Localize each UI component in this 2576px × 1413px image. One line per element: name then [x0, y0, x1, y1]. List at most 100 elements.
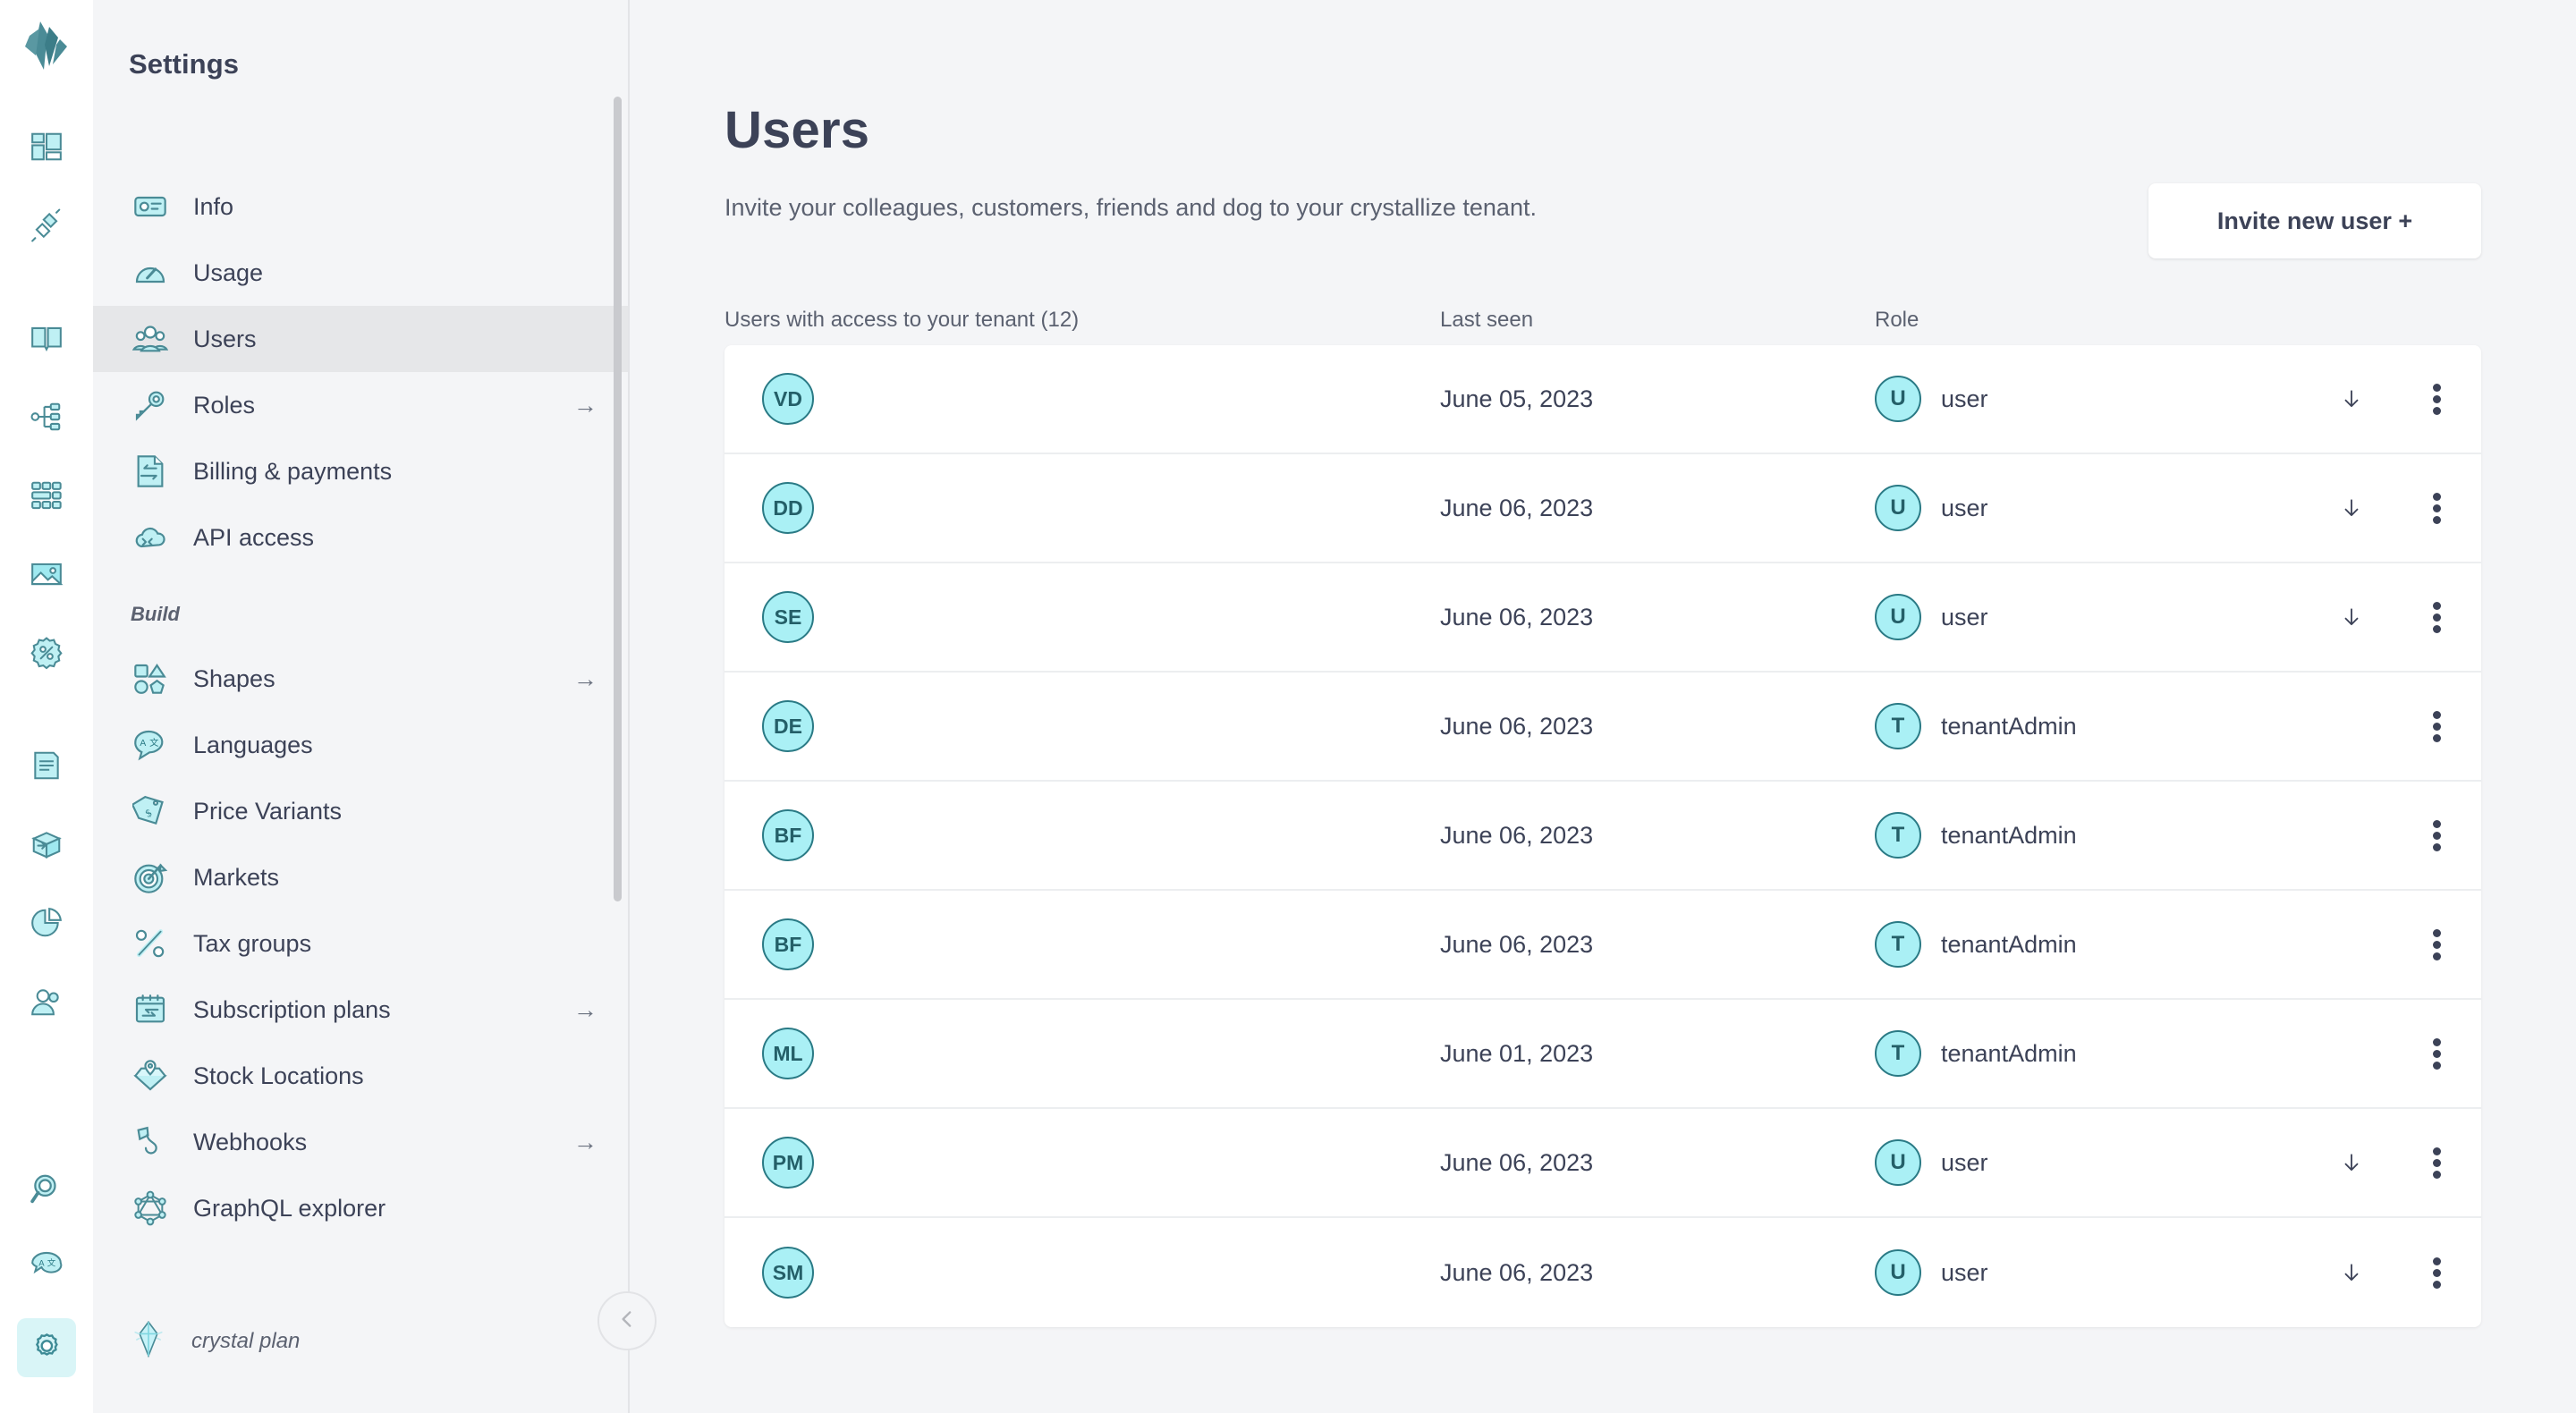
cloud-api-icon [131, 518, 170, 557]
rail-item-media[interactable] [17, 546, 76, 605]
collapse-sidebar-button[interactable] [597, 1291, 657, 1350]
rail-item-topics[interactable] [17, 389, 76, 448]
sidebar-item-shapes[interactable]: Shapes → [93, 646, 630, 712]
user-cell: PM [724, 1137, 1440, 1189]
clipboard-orders-icon [30, 749, 64, 787]
role-cell: TtenantAdmin [1875, 703, 2481, 749]
rail-item-dashboard[interactable] [17, 119, 76, 178]
kebab-menu-icon[interactable] [2392, 707, 2481, 746]
invite-new-user-button[interactable]: Invite new user + [2148, 183, 2481, 258]
role-label: user [1941, 1258, 1988, 1286]
kebab-menu-icon[interactable] [2392, 489, 2481, 528]
download-arrow-icon[interactable] [2311, 385, 2392, 412]
role-label: user [1941, 494, 1988, 521]
sidebar-item-label: Users [193, 325, 257, 352]
sidebar-item-usage[interactable]: Usage [93, 240, 630, 306]
table-row[interactable]: BF June 06, 2023 TtenantAdmin [724, 891, 2481, 1000]
table-row[interactable]: VD June 05, 2023 Uuser [724, 345, 2481, 454]
price-tag-icon: $ [131, 791, 170, 831]
row-actions [2311, 707, 2481, 746]
rail-item-customers[interactable] [17, 974, 76, 1033]
column-header-users: Users with access to your tenant (12) [724, 308, 1080, 332]
image-media-icon [30, 557, 64, 596]
row-actions [2311, 1144, 2481, 1182]
rail-item-orders[interactable] [17, 738, 76, 797]
role-label: user [1941, 603, 1988, 630]
sidebar-item-billing-payments[interactable]: Billing & payments [93, 438, 630, 504]
kebab-menu-icon[interactable] [2392, 598, 2481, 637]
user-cell: DD [724, 482, 1440, 534]
role-label: tenantAdmin [1941, 712, 2077, 740]
kebab-menu-icon[interactable] [2392, 1035, 2481, 1073]
sidebar-item-info[interactable]: Info [93, 173, 630, 240]
arrow-right-icon: → [573, 664, 597, 692]
role-cell: TtenantAdmin [1875, 1030, 2481, 1077]
role-label: user [1941, 1148, 1988, 1176]
settings-scrollbar[interactable] [614, 97, 622, 901]
role-badge: U [1875, 1249, 1921, 1296]
table-row[interactable]: SM June 06, 2023 Uuser [724, 1218, 2481, 1327]
crystallize-logo-icon[interactable] [22, 20, 71, 80]
rail-item-settings[interactable] [17, 1318, 76, 1377]
sidebar-item-label: Markets [193, 863, 280, 891]
kebab-menu-icon[interactable] [2392, 380, 2481, 419]
sidebar-item-label: API access [193, 523, 315, 551]
rail-item-connections[interactable] [17, 198, 76, 257]
kebab-menu-icon[interactable] [2392, 926, 2481, 964]
kebab-menu-icon[interactable] [2392, 1144, 2481, 1182]
table-row[interactable]: DE June 06, 2023 TtenantAdmin [724, 673, 2481, 782]
sidebar-item-label: Tax groups [193, 929, 312, 957]
avatar: PM [762, 1137, 814, 1189]
download-arrow-icon[interactable] [2311, 1259, 2392, 1286]
download-arrow-icon[interactable] [2311, 495, 2392, 521]
user-cell: BF [724, 809, 1440, 861]
role-label: tenantAdmin [1941, 821, 2077, 849]
rail-item-grids[interactable] [17, 468, 76, 527]
rail-item-catalogue[interactable] [17, 310, 76, 369]
table-row[interactable]: ML June 01, 2023 TtenantAdmin [724, 1000, 2481, 1109]
rail-item-analytics[interactable] [17, 895, 76, 954]
kebab-menu-icon[interactable] [2392, 1254, 2481, 1292]
crystal-gem-icon [131, 1319, 166, 1365]
table-row[interactable]: BF June 06, 2023 TtenantAdmin [724, 782, 2481, 891]
user-cell: DE [724, 700, 1440, 752]
table-row[interactable]: SE June 06, 2023 Uuser [724, 563, 2481, 673]
settings-panel-title: Settings [129, 48, 240, 80]
rail-item-translations[interactable]: A 文 [17, 1240, 76, 1299]
sidebar-item-tax-groups[interactable]: Tax groups [93, 910, 630, 977]
role-badge: U [1875, 1139, 1921, 1186]
sidebar-item-label: Subscription plans [193, 995, 391, 1023]
rail-item-search[interactable] [17, 1161, 76, 1220]
settings-panel: Settings Info Usage Users Roles → Billin… [93, 0, 630, 1413]
sidebar-item-stock-locations[interactable]: Stock Locations [93, 1043, 630, 1109]
table-row[interactable]: PM June 06, 2023 Uuser [724, 1109, 2481, 1218]
download-arrow-icon[interactable] [2311, 604, 2392, 630]
svg-text:文: 文 [47, 1257, 56, 1268]
sidebar-item-graphql-explorer[interactable]: GraphQL explorer [93, 1175, 630, 1241]
user-cell: ML [724, 1028, 1440, 1079]
sidebar-item-languages[interactable]: A 文 Languages [93, 712, 630, 778]
sidebar-item-price-variants[interactable]: $ Price Variants [93, 778, 630, 844]
sidebar-item-subscription-plans[interactable]: Subscription plans → [93, 977, 630, 1043]
sidebar-item-roles[interactable]: Roles → [93, 372, 630, 438]
sidebar-item-users[interactable]: Users [93, 306, 630, 372]
arrow-right-icon: → [573, 1128, 597, 1155]
sidebar-item-api-access[interactable]: API access [93, 504, 630, 571]
avatar: DE [762, 700, 814, 752]
sidebar-item-label: Info [193, 192, 234, 220]
download-arrow-icon[interactable] [2311, 1149, 2392, 1176]
sidebar-item-markets[interactable]: Markets [93, 844, 630, 910]
rail-item-shipments[interactable] [17, 816, 76, 876]
sidebar-item-webhooks[interactable]: Webhooks → [93, 1109, 630, 1175]
role-cell: TtenantAdmin [1875, 921, 2481, 968]
row-actions [2311, 598, 2481, 637]
avatar: BF [762, 918, 814, 970]
table-row[interactable]: DD June 06, 2023 Uuser [724, 454, 2481, 563]
rail-item-discounts[interactable] [17, 625, 76, 684]
kebab-menu-icon[interactable] [2392, 816, 2481, 855]
row-actions [2311, 1035, 2481, 1073]
plan-indicator[interactable]: crystal plan [93, 1299, 630, 1384]
last-seen-cell: June 06, 2023 [1440, 1148, 1594, 1176]
sidebar-section-build: Build [131, 603, 180, 625]
pie-chart-icon [30, 906, 64, 944]
